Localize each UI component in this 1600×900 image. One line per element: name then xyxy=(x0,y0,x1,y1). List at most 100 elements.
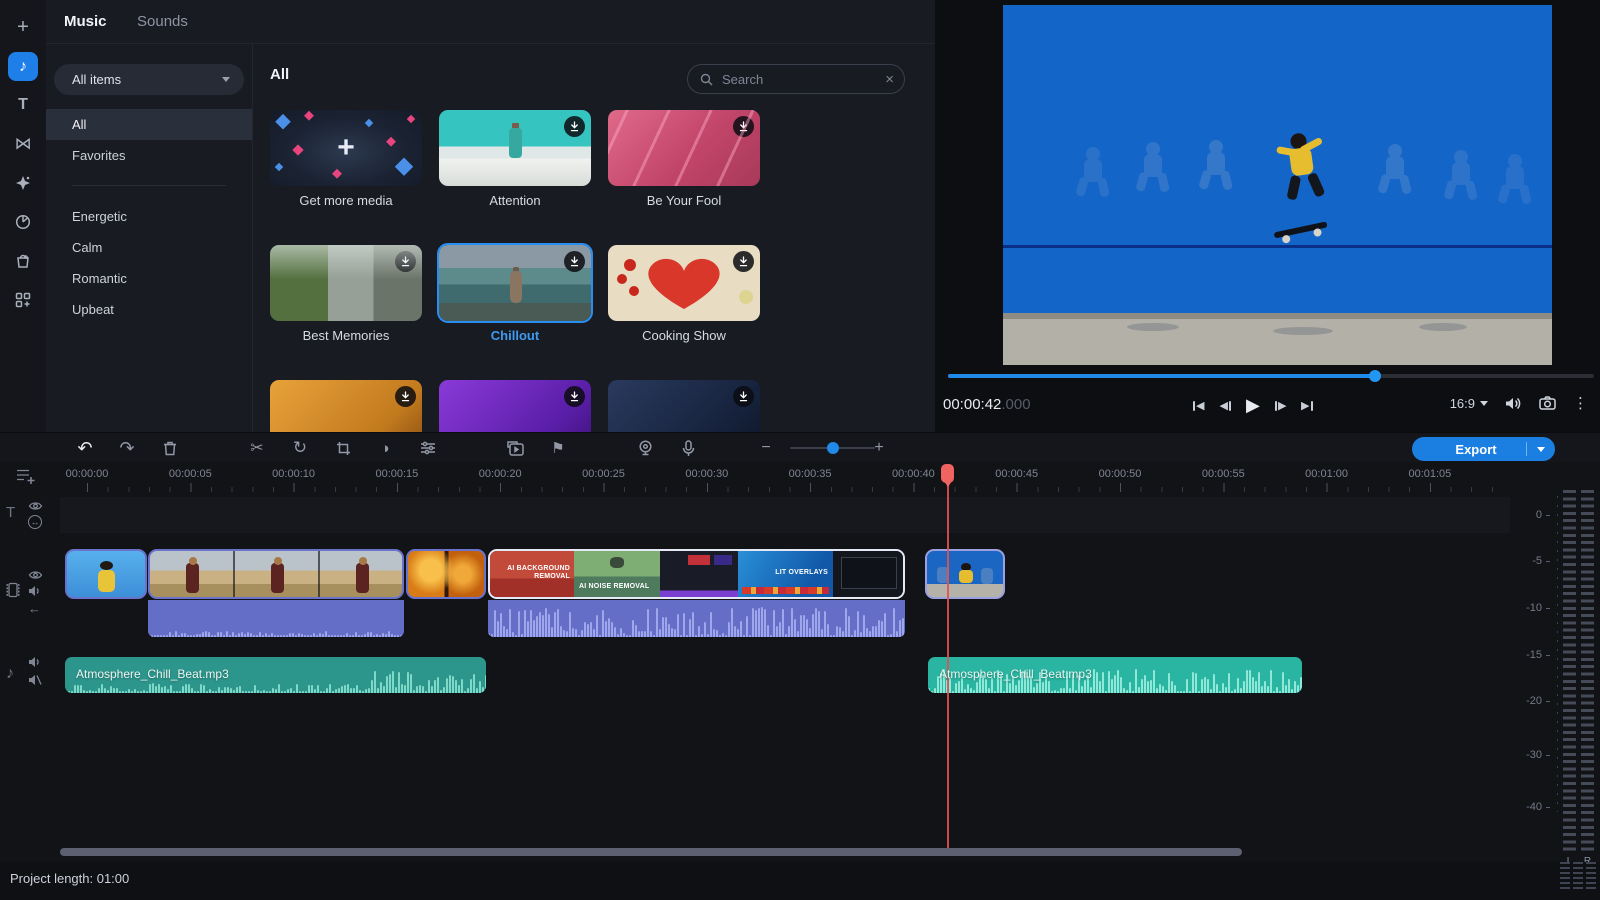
video-track-mute-icon[interactable] xyxy=(28,585,42,597)
clip-properties-button[interactable] xyxy=(415,433,441,463)
volume-icon[interactable] xyxy=(1505,396,1522,411)
music-track-detach-icon[interactable] xyxy=(28,674,42,686)
transitions-icon[interactable]: ⋈ xyxy=(0,129,46,159)
tab-music[interactable]: Music xyxy=(64,13,107,30)
video-clip-4[interactable]: AI BACKGROUND REMOVAL AI NOISE REMOVAL L… xyxy=(488,549,905,599)
music-track-mute-icon[interactable] xyxy=(28,656,42,668)
playhead-handle[interactable] xyxy=(941,464,954,483)
title-track[interactable] xyxy=(60,497,1510,533)
play-button[interactable]: ▶ xyxy=(1246,395,1260,416)
search-input[interactable] xyxy=(720,71,885,88)
add-track-icon[interactable] xyxy=(16,467,36,485)
music-clip-2[interactable]: Atmosphere_Chill_Beat.mp3 xyxy=(928,657,1302,693)
rotate-button[interactable]: ↻ xyxy=(287,433,313,463)
download-icon[interactable] xyxy=(733,251,754,272)
color-adjust-button[interactable]: ◑ xyxy=(372,433,398,463)
audio-library-icon[interactable]: ♪ xyxy=(8,52,38,81)
meter-bar-left xyxy=(1563,490,1576,852)
media-card-best-memories[interactable]: Best Memories xyxy=(270,245,422,343)
sidebar-item-energetic[interactable]: Energetic xyxy=(46,201,252,232)
timeline-zoom-slider[interactable] xyxy=(790,447,875,449)
media-card-get-more[interactable]: + Get more media xyxy=(270,110,422,208)
video-clip-3[interactable] xyxy=(406,549,486,599)
media-card-be-your-fool[interactable]: Be Your Fool xyxy=(608,110,760,208)
skip-end-button[interactable]: ◀ xyxy=(1301,399,1312,412)
card-title: Be Your Fool xyxy=(608,193,760,208)
redo-button[interactable]: ↷ xyxy=(114,433,140,463)
clear-search-icon[interactable]: × xyxy=(885,72,894,87)
filters-icon[interactable] xyxy=(0,207,46,237)
media-card[interactable] xyxy=(439,380,591,432)
chevron-down-icon xyxy=(1480,401,1488,406)
effects-icon[interactable] xyxy=(0,168,46,198)
undo-button[interactable]: ↶ xyxy=(72,433,98,463)
media-card-chillout[interactable]: Chillout xyxy=(439,245,591,343)
microphone-button[interactable] xyxy=(675,433,701,463)
meter-label: -5 xyxy=(1505,554,1550,568)
skateboarder-frame xyxy=(1003,5,1552,365)
preview-seekbar[interactable] xyxy=(948,374,1594,378)
filter-dropdown[interactable]: All items xyxy=(54,64,244,95)
music-clip-label: Atmosphere_Chill_Beat.mp3 xyxy=(76,667,229,681)
split-button[interactable]: ✂ xyxy=(244,433,270,463)
marker-flag-button[interactable]: ⚑ xyxy=(545,433,571,463)
media-card-cooking-show[interactable]: Cooking Show xyxy=(608,245,760,343)
meter-label: -10 xyxy=(1505,601,1550,615)
media-card[interactable] xyxy=(270,380,422,432)
download-icon[interactable] xyxy=(395,251,416,272)
attached-audio-2[interactable] xyxy=(488,600,905,637)
download-icon[interactable] xyxy=(733,116,754,137)
video-track-arrow-icon[interactable]: ← xyxy=(28,601,41,616)
sidebar-item-romantic[interactable]: Romantic xyxy=(46,263,252,294)
scene-detection-button[interactable] xyxy=(502,433,528,463)
aspect-ratio-dropdown[interactable]: 16:9 xyxy=(1450,396,1488,411)
music-clip-1[interactable]: Atmosphere_Chill_Beat.mp3 xyxy=(65,657,486,693)
sidebar-item-all[interactable]: All xyxy=(46,109,252,140)
ruler-label: 00:00:15 xyxy=(375,468,418,480)
download-icon[interactable] xyxy=(564,251,585,272)
video-clip-5[interactable] xyxy=(925,549,1005,599)
chevron-down-icon xyxy=(222,77,230,82)
download-icon[interactable] xyxy=(395,386,416,407)
attached-audio-1[interactable] xyxy=(148,600,404,637)
resize-handle[interactable] xyxy=(1560,862,1596,889)
timeline-ruler[interactable] xyxy=(60,482,1510,492)
scrollbar-thumb[interactable] xyxy=(60,848,1242,856)
ruler-label: 00:00:05 xyxy=(169,468,212,480)
media-card[interactable] xyxy=(608,380,760,432)
sidebar-item-upbeat[interactable]: Upbeat xyxy=(46,294,252,325)
title-track-sync-icon[interactable]: ↔ xyxy=(28,515,42,529)
download-icon[interactable] xyxy=(564,386,585,407)
webcam-button[interactable] xyxy=(632,433,658,463)
tab-sounds[interactable]: Sounds xyxy=(137,13,188,30)
slider-handle[interactable] xyxy=(827,442,839,454)
video-track-visibility-icon[interactable] xyxy=(28,569,43,581)
prev-frame-button[interactable]: ◀ xyxy=(1219,399,1230,412)
zoom-out-button[interactable]: − xyxy=(753,433,779,463)
video-clip-2[interactable] xyxy=(148,549,404,599)
export-button[interactable]: Export xyxy=(1412,437,1555,461)
library-tabs: Music Sounds xyxy=(46,0,935,44)
sidebar-item-favorites[interactable]: Favorites xyxy=(46,140,252,171)
delete-button[interactable] xyxy=(157,433,183,463)
titles-icon[interactable]: T xyxy=(0,90,46,120)
video-clip-1[interactable] xyxy=(65,549,147,599)
preview-panel: 00:00:42.000 ◀ ◀ ▶ ◀ ◀ 16:9 ⋮ xyxy=(935,0,1600,432)
media-card-attention[interactable]: Attention xyxy=(439,110,591,208)
seekbar-handle[interactable] xyxy=(1369,370,1381,382)
more-tools-icon[interactable] xyxy=(0,285,46,315)
skip-start-button[interactable]: ◀ xyxy=(1193,399,1204,412)
next-frame-button[interactable]: ◀ xyxy=(1275,399,1286,412)
timeline-scrollbar[interactable] xyxy=(60,848,1510,856)
sidebar-item-calm[interactable]: Calm xyxy=(46,232,252,263)
card-title: Chillout xyxy=(439,328,591,343)
snapshot-icon[interactable] xyxy=(1539,396,1556,410)
stickers-icon[interactable] xyxy=(0,246,46,276)
title-track-visibility-icon[interactable] xyxy=(28,500,43,512)
zoom-in-button[interactable]: + xyxy=(866,433,892,463)
crop-button[interactable] xyxy=(330,433,356,463)
kebab-menu-icon[interactable]: ⋮ xyxy=(1573,394,1588,412)
download-icon[interactable] xyxy=(733,386,754,407)
add-media-icon[interactable]: + xyxy=(0,12,46,42)
download-icon[interactable] xyxy=(564,116,585,137)
